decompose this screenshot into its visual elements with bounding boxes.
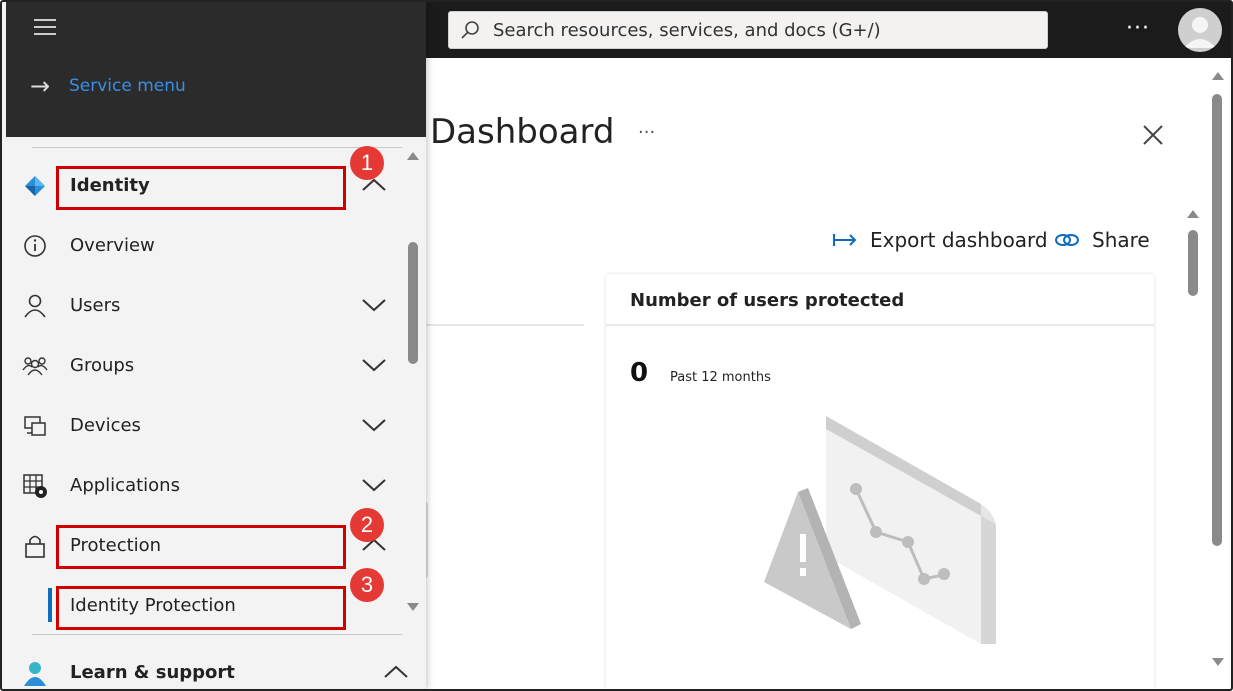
arrow-right-icon: →: [30, 72, 51, 100]
user-icon: [24, 294, 46, 318]
nav-applications[interactable]: Applications: [2, 457, 404, 517]
close-icon[interactable]: [1140, 122, 1166, 148]
nav-overview[interactable]: Overview: [2, 217, 404, 277]
left-card-edge: [426, 274, 584, 326]
user-avatar-icon: [1184, 17, 1216, 48]
learn-support-icon: [24, 662, 46, 686]
highlight-identity: [56, 166, 346, 210]
export-icon: [833, 234, 857, 246]
card-divider: [606, 324, 1154, 326]
nav-users-label: Users: [70, 295, 121, 316]
chevron-down-icon[interactable]: [360, 355, 388, 375]
avatar[interactable]: [1178, 8, 1222, 52]
panel-header: → Service menu: [6, 2, 426, 137]
search-placeholder: Search resources, services, and docs (G+…: [493, 19, 881, 41]
main-scrollbar[interactable]: [1210, 60, 1226, 680]
chevron-down-icon[interactable]: [360, 295, 388, 315]
nav-devices-label: Devices: [70, 415, 141, 436]
card-period: Past 12 months: [670, 370, 771, 385]
nav-learn-support-label: Learn & support: [70, 662, 235, 683]
hamburger-menu-icon[interactable]: [34, 19, 56, 37]
step-badge-3: 3: [350, 568, 384, 602]
nav-overview-label: Overview: [70, 235, 155, 256]
nav-users[interactable]: Users: [2, 277, 404, 337]
share-label: Share: [1092, 228, 1150, 252]
nav-devices[interactable]: Devices: [2, 397, 404, 457]
lock-icon: [25, 535, 45, 558]
nav-groups-label: Groups: [70, 355, 135, 376]
nav-applications-label: Applications: [70, 475, 180, 496]
content-scrollbar[interactable]: [1186, 205, 1202, 305]
applications-icon: [23, 474, 47, 498]
share-link-icon: [1055, 234, 1079, 246]
chevron-down-icon[interactable]: [360, 475, 388, 495]
share-button[interactable]: Share: [1054, 228, 1150, 252]
export-dashboard-button[interactable]: Export dashboard: [832, 228, 1048, 252]
nav-learn-support[interactable]: Learn & support: [2, 644, 408, 691]
chevron-down-icon[interactable]: [360, 415, 388, 435]
divider: [32, 634, 402, 635]
devices-icon: [24, 416, 46, 436]
info-icon: [24, 235, 46, 257]
highlight-protection: [56, 525, 346, 569]
service-menu-link[interactable]: Service menu: [69, 76, 186, 96]
chevron-up-icon[interactable]: [382, 662, 410, 682]
title-more-button[interactable]: ···: [638, 122, 655, 143]
step-badge-1: 1: [350, 146, 384, 180]
empty-chart-illustration-icon: [764, 416, 996, 644]
panel-scrollbar[interactable]: [405, 147, 421, 622]
divider: [32, 147, 402, 148]
highlight-identity-protection: [56, 586, 346, 630]
card-title: Number of users protected: [630, 290, 905, 311]
page-title: Dashboard: [430, 112, 615, 152]
groups-icon: [22, 357, 48, 376]
search-box[interactable]: Search resources, services, and docs (G+…: [448, 11, 1048, 49]
export-label: Export dashboard: [870, 228, 1048, 252]
search-icon: [461, 21, 479, 39]
step-badge-2: 2: [350, 508, 384, 542]
nav-groups[interactable]: Groups: [2, 337, 404, 397]
identity-diamond-icon: [25, 176, 45, 196]
users-protected-card[interactable]: Number of users protected 0 Past 12 mont…: [606, 274, 1154, 691]
more-options-button[interactable]: ···: [1126, 16, 1150, 41]
card-value: 0: [630, 358, 649, 388]
